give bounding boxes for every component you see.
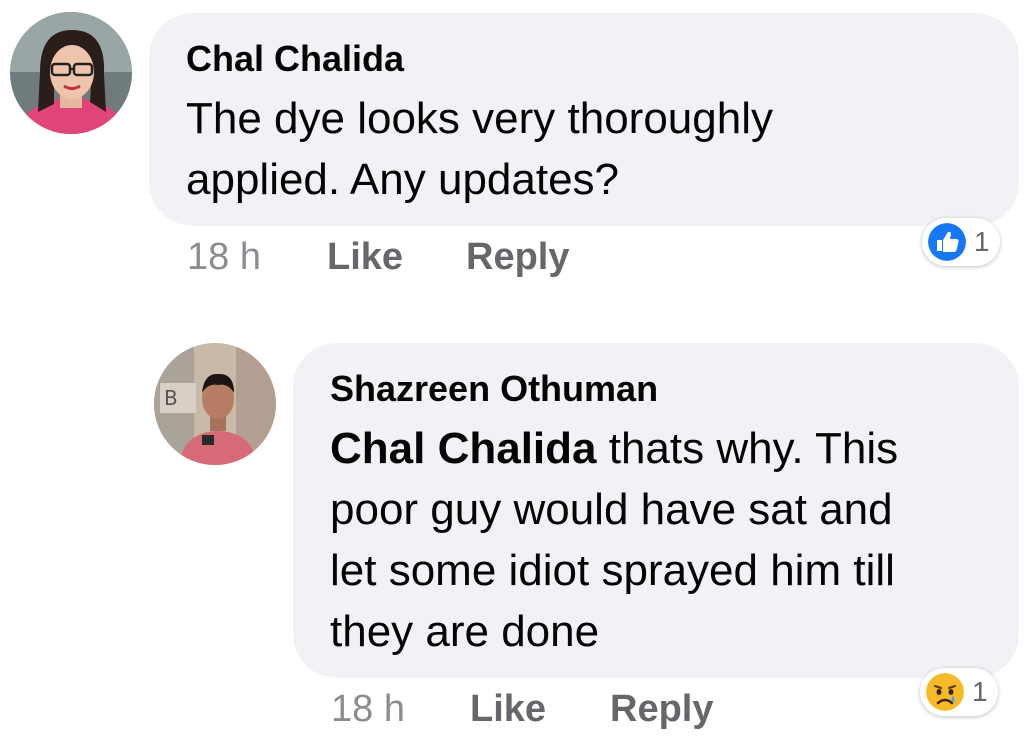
comment-text-fragment: thats why. This — [596, 424, 899, 473]
reaction-summary[interactable]: 1 — [920, 668, 998, 716]
avatar-photo — [10, 12, 132, 134]
reaction-summary[interactable]: 1 — [922, 218, 1000, 266]
like-button[interactable]: Like — [327, 236, 403, 279]
reaction-count: 1 — [972, 676, 988, 707]
reaction-count: 1 — [974, 226, 990, 257]
comment-author[interactable]: Chal Chalida — [186, 38, 404, 80]
thumbs-up-icon — [928, 223, 966, 261]
comment-timestamp[interactable]: 18 h — [331, 688, 405, 731]
comment-timestamp[interactable]: 18 h — [187, 236, 261, 279]
comment-text-line: they are done — [330, 607, 600, 656]
like-button[interactable]: Like — [470, 688, 546, 731]
comment-text-line: let some idiot sprayed him till — [330, 546, 895, 595]
comment-thread: Chal Chalida The dye looks very thorough… — [0, 0, 1026, 747]
comment-text-line: applied. Any updates? — [186, 155, 620, 204]
sad-face-icon — [926, 673, 964, 711]
comment-text-line: Chal Chalida thats why. This — [330, 418, 898, 479]
comment-author[interactable]: Shazreen Othuman — [330, 368, 658, 410]
svg-text:B: B — [164, 386, 178, 410]
reply-button[interactable]: Reply — [610, 688, 713, 731]
reply-button[interactable]: Reply — [466, 236, 569, 279]
avatar-photo: B — [154, 343, 276, 465]
avatar[interactable] — [10, 12, 132, 134]
comment-text-line: poor guy would have sat and — [330, 485, 893, 534]
mention-link[interactable]: Chal Chalida — [330, 424, 597, 473]
avatar[interactable]: B — [154, 343, 276, 465]
comment-text-line: The dye looks very thoroughly — [186, 94, 773, 143]
